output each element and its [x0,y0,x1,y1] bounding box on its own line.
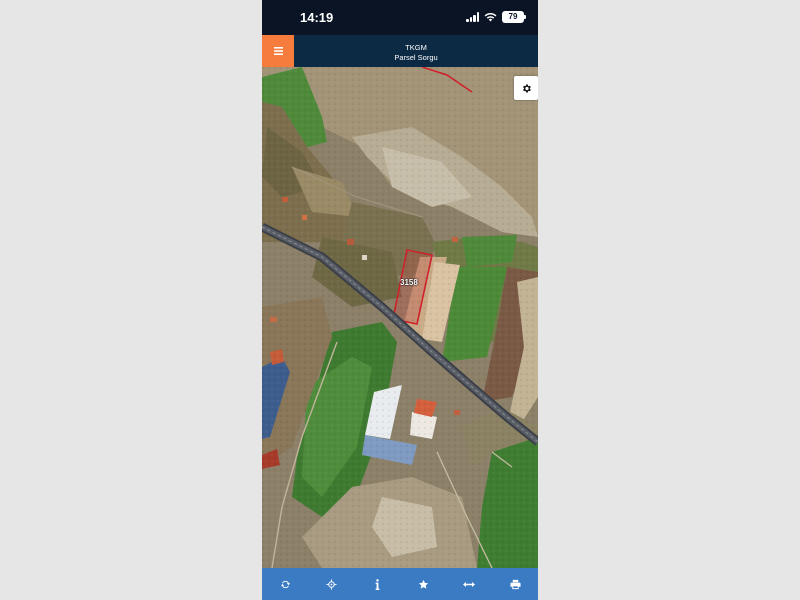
print-button[interactable] [500,569,530,599]
wifi-icon [484,12,497,22]
app-title: TKGM [405,43,427,52]
status-icons: 79 [466,11,526,23]
app-title-block: TKGM Parsel Sorgu [294,43,538,63]
measure-icon [463,581,475,587]
menu-button[interactable] [262,35,294,67]
gear-icon [522,83,531,93]
bottom-toolbar [262,568,538,600]
favorite-button[interactable] [408,569,438,599]
star-icon [418,579,428,589]
app-bar: TKGM Parsel Sorgu [262,35,538,67]
status-time: 14:19 [300,10,334,25]
print-icon [509,579,521,589]
locate-icon [325,578,337,590]
measure-button[interactable] [454,569,484,599]
battery-icon: 79 [502,11,526,23]
settings-button[interactable] [514,76,538,100]
parcel-label[interactable]: 3158 [400,278,418,287]
hamburger-menu-icon [273,47,283,55]
refresh-icon [280,580,290,588]
map-imagery[interactable] [262,67,538,568]
app-subtitle: Parsel Sorgu [394,53,438,62]
signal-icon [466,12,479,22]
info-button[interactable] [362,569,392,599]
satellite-map[interactable]: 3158 [262,67,538,568]
info-icon [375,578,379,590]
battery-level: 79 [508,12,518,21]
phone-screen: 14:19 79 TKGM Parsel Sorgu 3158 [262,0,538,600]
locate-button[interactable] [316,569,346,599]
refresh-button[interactable] [270,569,300,599]
status-bar: 14:19 79 [262,0,538,36]
